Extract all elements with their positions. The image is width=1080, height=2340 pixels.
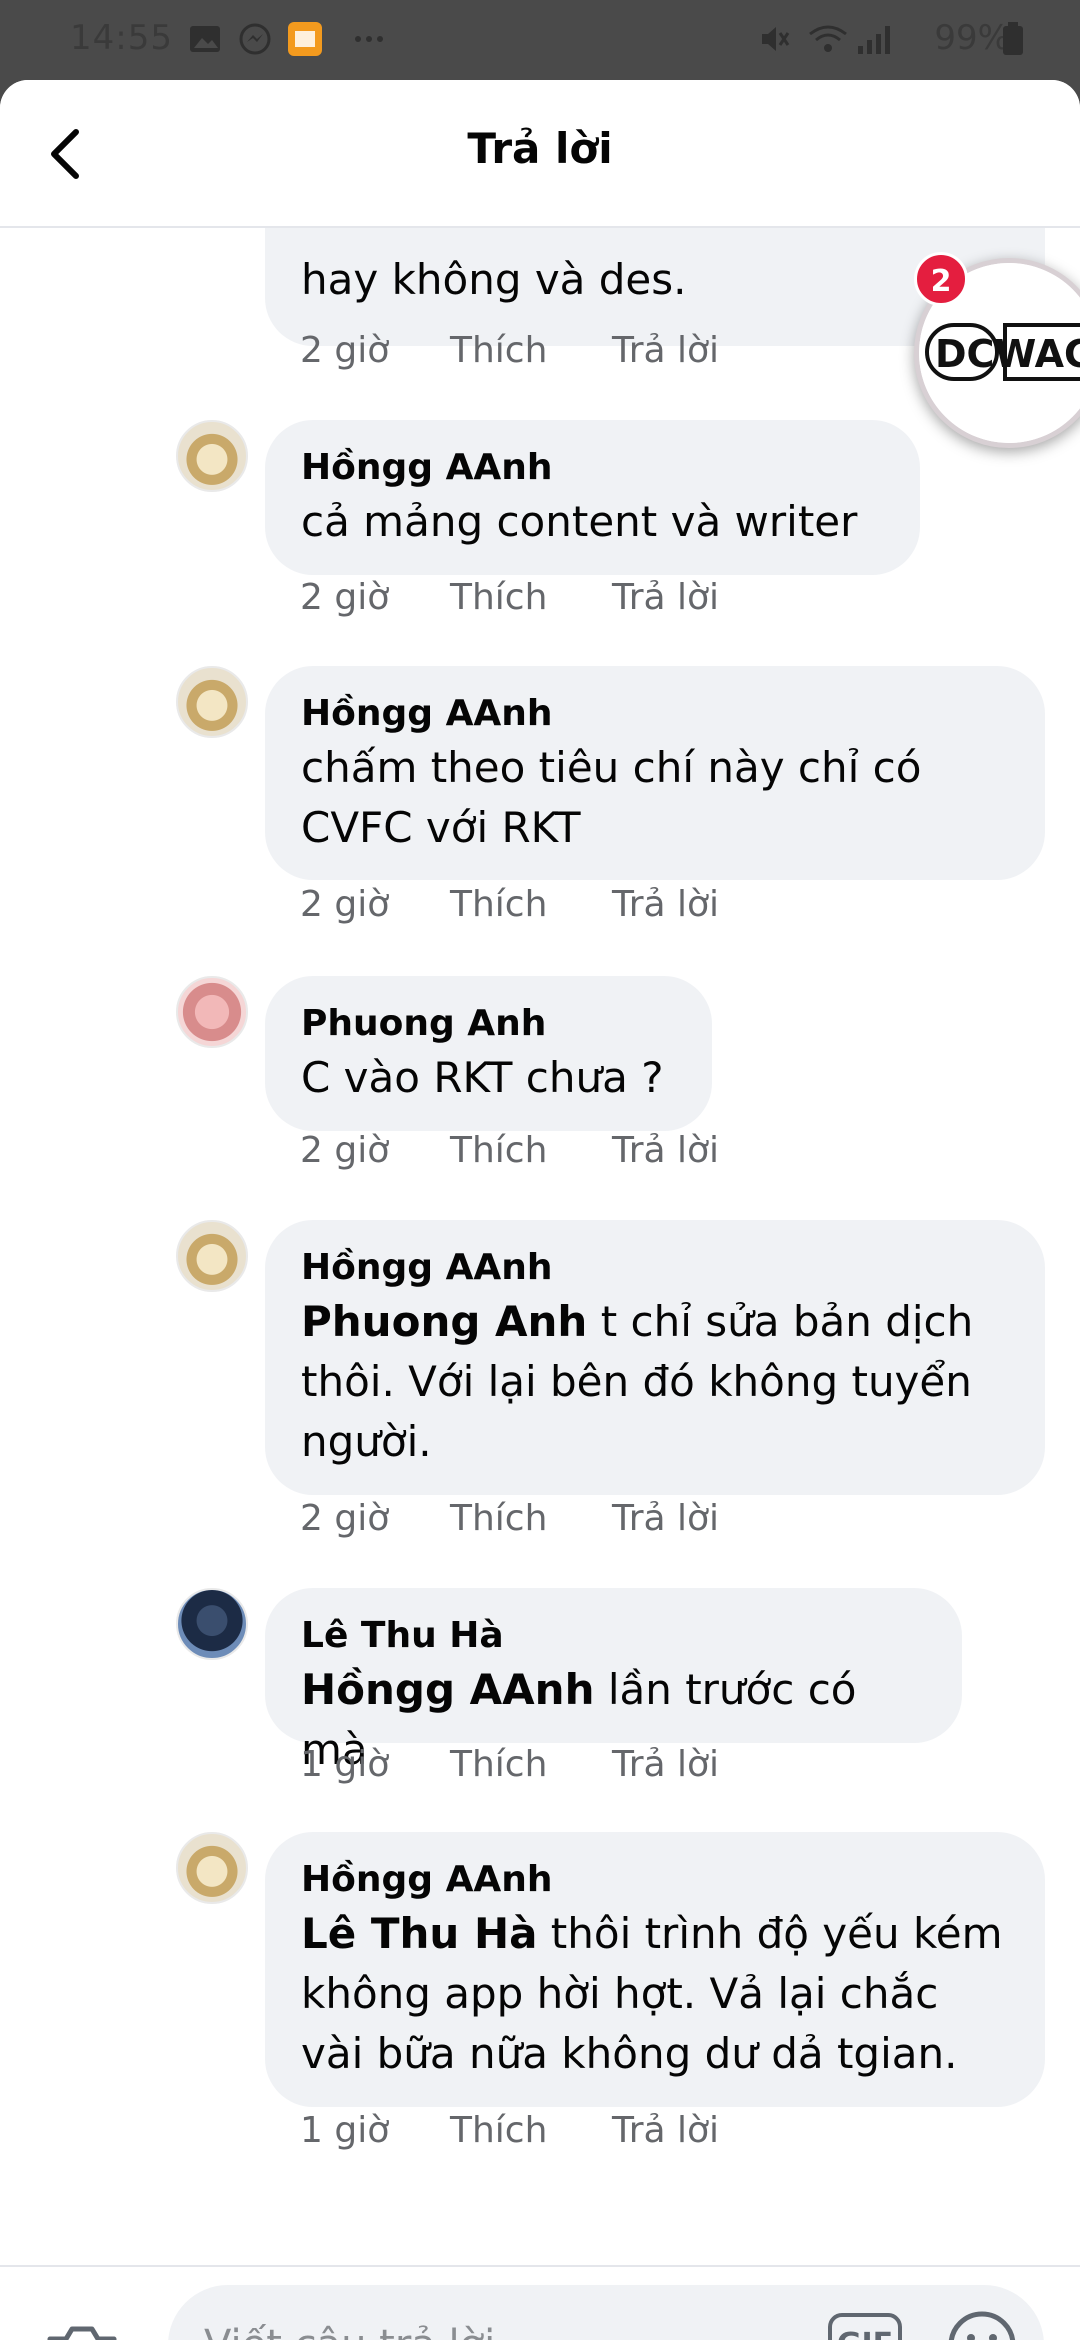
reply-composer: GIF <box>0 2265 1080 2340</box>
gif-button[interactable]: GIF <box>828 2313 902 2340</box>
comment-text: C vào RKT chưa ? <box>301 1053 664 1102</box>
comment-text: cả mảng content và writer <box>301 497 858 546</box>
avatar[interactable] <box>176 666 248 738</box>
comment-bubble[interactable]: Lê Thu Hà Hồngg AAnh lần trước có mà <box>265 1588 962 1774</box>
like-link[interactable]: Thích <box>450 1130 547 1171</box>
comment-text: Lê Thu Hà thôi trình độ yếu kém không ap… <box>301 1904 1009 2084</box>
reply-link[interactable]: Trả lời <box>612 884 719 925</box>
comment-mention[interactable]: Phuong Anh <box>301 1297 587 1346</box>
reply-input-container: GIF <box>168 2285 1044 2340</box>
comment-mention[interactable]: Lê Thu Hà <box>301 1909 537 1958</box>
comment-text: Phuong Anh t chỉ sửa bản dịch thôi. Với … <box>301 1292 1009 1472</box>
comment-time: 1 giờ <box>300 1744 390 1785</box>
status-time: 14:55 <box>70 18 173 58</box>
image-icon <box>190 26 220 52</box>
comment-author[interactable]: Lê Thu Hà <box>301 1612 926 1660</box>
reply-sheet: Trả lời hay không và des. 2 giờ Thích Tr… <box>0 80 1080 2340</box>
comment-bubble[interactable]: Phuong Anh C vào RKT chưa ? <box>265 976 712 1131</box>
like-link[interactable]: Thích <box>450 884 547 925</box>
page-title: Trả lời <box>467 124 613 173</box>
avatar[interactable] <box>176 1588 248 1660</box>
like-link[interactable]: Thích <box>450 2110 547 2151</box>
avatar[interactable] <box>176 976 248 1048</box>
reply-input[interactable] <box>204 2315 764 2340</box>
status-bar: 14:55 99% <box>0 0 1080 80</box>
chat-head-logo-text: DCWAC <box>935 332 1080 376</box>
reply-link[interactable]: Trả lời <box>612 1744 719 1785</box>
comment-text: hay không và des. <box>301 255 687 304</box>
avatar[interactable] <box>176 1832 248 1904</box>
avatar[interactable] <box>176 1220 248 1292</box>
comment-bubble[interactable]: Hồngg AAnh Phuong Anh t chỉ sửa bản dịch… <box>265 1220 1045 1495</box>
comment-author[interactable]: Phuong Anh <box>301 1000 676 1048</box>
like-link[interactable]: Thích <box>450 577 547 618</box>
comment-time: 2 giờ <box>300 577 390 618</box>
more-icon <box>355 36 383 42</box>
baomoi-icon <box>288 22 322 56</box>
reply-link[interactable]: Trả lời <box>612 330 719 371</box>
like-link[interactable]: Thích <box>450 330 547 371</box>
reply-link[interactable]: Trả lời <box>612 2110 719 2151</box>
avatar[interactable] <box>176 420 248 492</box>
header: Trả lời <box>0 80 1080 228</box>
reply-link[interactable]: Trả lời <box>612 1498 719 1539</box>
comment-mention[interactable]: Hồngg AAnh <box>301 1665 594 1714</box>
messenger-icon <box>239 23 271 55</box>
like-link[interactable]: Thích <box>450 1744 547 1785</box>
battery-icon <box>1003 22 1023 55</box>
comment-time: 1 giờ <box>300 2110 390 2151</box>
comment-time: 2 giờ <box>300 1130 390 1171</box>
comment-time: 2 giờ <box>300 1498 390 1539</box>
mute-icon <box>762 27 790 51</box>
battery-percent: 99% <box>934 18 1010 58</box>
comment-text: chấm theo tiêu chí này chỉ có CVFC với R… <box>301 743 922 852</box>
signal-icon <box>858 26 890 54</box>
comment-author[interactable]: Hồngg AAnh <box>301 1244 1009 1292</box>
emoji-icon[interactable] <box>946 2309 1018 2340</box>
comment-author[interactable]: Hồngg AAnh <box>301 1856 1009 1904</box>
camera-icon[interactable] <box>44 2321 120 2340</box>
comment-bubble[interactable]: Hồngg AAnh Lê Thu Hà thôi trình độ yếu k… <box>265 1832 1045 2107</box>
comment-time: 2 giờ <box>300 884 390 925</box>
comment-author[interactable]: Hồngg AAnh <box>301 690 1009 738</box>
reply-link[interactable]: Trả lời <box>612 577 719 618</box>
comment-author[interactable]: Hồngg AAnh <box>301 444 884 492</box>
like-link[interactable]: Thích <box>450 1498 547 1539</box>
comment-bubble[interactable]: Hồngg AAnh chấm theo tiêu chí này chỉ có… <box>265 666 1045 880</box>
comment-bubble[interactable]: Hồngg AAnh cả mảng content và writer <box>265 420 920 575</box>
notification-badge: 2 <box>914 252 968 306</box>
wifi-icon <box>809 25 847 52</box>
reply-link[interactable]: Trả lời <box>612 1130 719 1171</box>
comment-time: 2 giờ <box>300 330 390 371</box>
